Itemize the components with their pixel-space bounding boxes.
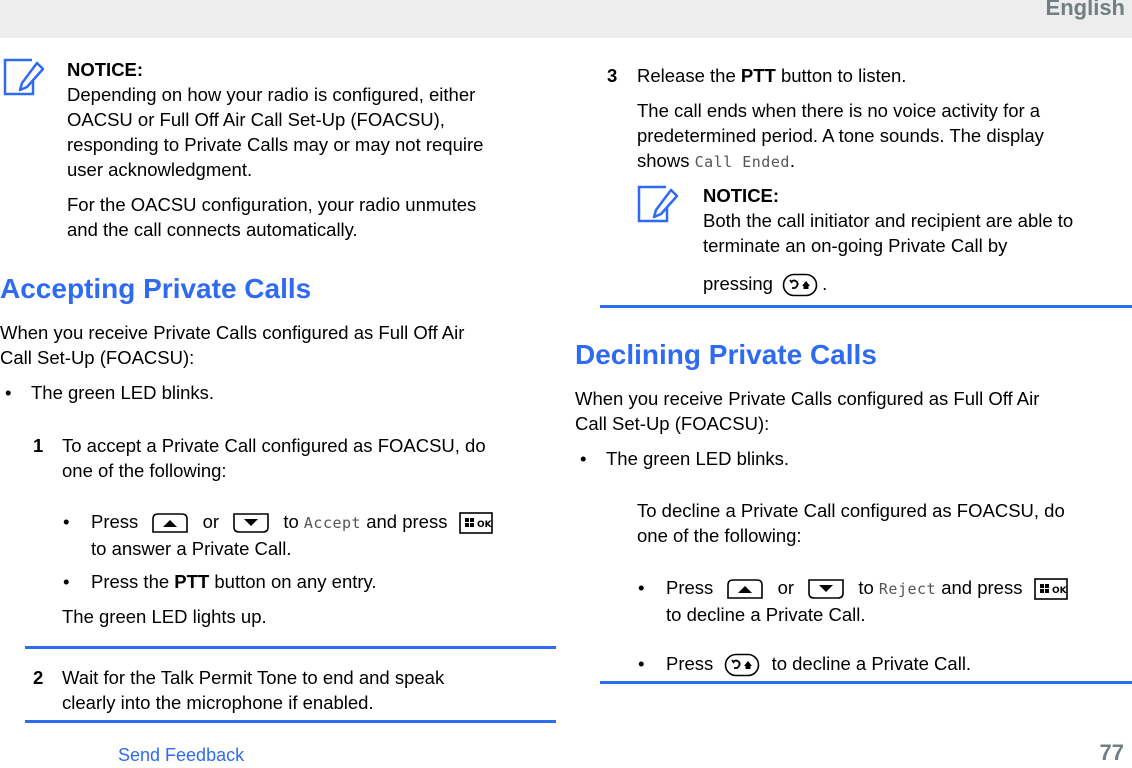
sub-step-text: or (777, 577, 795, 598)
menu-ok-key-icon: OK (458, 512, 493, 534)
back-home-key-icon (782, 273, 818, 297)
sub-step-text: and press (366, 511, 448, 532)
divider (600, 305, 1132, 308)
bullet-dot: • (580, 448, 587, 469)
step-text-line: To decline a Private Call configured as … (637, 500, 1065, 521)
sub-step: Press or to Reject and press OK to decli… (666, 575, 1076, 627)
sub-step-text: Press (666, 577, 714, 598)
send-feedback-link[interactable]: Send Feedback (118, 743, 244, 768)
navigation-down-key-icon (807, 578, 845, 600)
step-text: To decline a Private Call configured as … (637, 498, 1065, 548)
display-text: Reject (878, 580, 937, 598)
intro-text: Call Set-Up (FOACSU): (575, 413, 770, 434)
step-number: 2 (33, 667, 44, 688)
intro-paragraph: When you receive Private Calls configure… (575, 386, 1039, 436)
notice-text: Both the call initiator and recipient ar… (703, 210, 1074, 231)
section-heading-declining: Declining Private Calls (575, 339, 877, 370)
step-text-line: Release the (637, 65, 736, 86)
step-text-line: Wait for the Talk Permit Tone to end and… (62, 667, 445, 688)
sub-step-text: or (202, 511, 220, 532)
notice-text: pressing (703, 273, 773, 294)
divider (600, 681, 1132, 684)
svg-text:OK: OK (1052, 586, 1068, 596)
notice-text: responding to Private Calls may or may n… (67, 134, 484, 155)
sub-step-text: to (858, 577, 874, 598)
step-text-line: clearly into the microphone if enabled. (62, 692, 374, 713)
bullet-text: The green LED blinks. (606, 448, 790, 469)
sub-step-text: Press (666, 653, 714, 674)
notice-box: NOTICE: Both the call initiator and reci… (703, 183, 1073, 297)
notice-title: NOTICE: (67, 59, 144, 80)
notice-pencil-icon (637, 185, 679, 223)
sub-step-text: to (283, 511, 299, 532)
bullet-dot: • (638, 577, 645, 598)
section-heading-accepting: Accepting Private Calls (0, 273, 312, 304)
ptt-label: PTT (740, 65, 776, 86)
step-result: The green LED lights up. (62, 606, 267, 627)
sub-step: Press or to Accept and press OK to answe… (91, 509, 501, 561)
menu-ok-key-icon: OK (1033, 578, 1068, 600)
step-text: Release the PTT button to listen. The ca… (637, 63, 1044, 175)
sub-step-text: button on any entry. (214, 571, 377, 592)
notice-text: terminate an on-going Private Call by (703, 235, 1008, 256)
notice-box: NOTICE: Depending on how your radio is c… (67, 57, 483, 242)
intro-text: Call Set-Up (FOACSU): (0, 347, 195, 368)
sub-step: Press the PTT button on any entry. (91, 569, 377, 594)
bullet-dot: • (63, 511, 70, 532)
notice-text: For the OACSU configuration, your radio … (67, 194, 477, 215)
language-label: English (1045, 0, 1125, 20)
ptt-label: PTT (174, 571, 210, 592)
intro-text: When you receive Private Calls configure… (575, 388, 1040, 409)
sub-step-text: to decline a Private Call. (666, 604, 866, 625)
navigation-up-key-icon (151, 512, 189, 534)
step-text-line: one of the following: (637, 525, 802, 546)
step-text: Wait for the Talk Permit Tone to end and… (62, 665, 444, 715)
notice-text: OACSU or Full Off Air Call Set-Up (FOACS… (67, 109, 445, 130)
notice-text: and the call connects automatically. (67, 219, 358, 240)
svg-text:OK: OK (477, 520, 493, 530)
sub-step-text: to answer a Private Call. (91, 538, 292, 559)
display-text: Accept (303, 514, 362, 532)
notice-text: user acknowledgment. (67, 159, 253, 180)
step-text-line: To accept a Private Call configured as F… (62, 435, 486, 456)
bullet-text: The green LED blinks. (31, 382, 215, 403)
divider (25, 646, 556, 649)
notice-title: NOTICE: (703, 185, 780, 206)
page-header: English (0, 0, 1132, 38)
sub-step-text: Press the (91, 571, 170, 592)
back-home-key-icon (724, 653, 760, 677)
page-number: 77 (1099, 740, 1124, 765)
divider (25, 720, 556, 723)
display-text: Call Ended (694, 153, 790, 171)
step-number: 3 (607, 65, 618, 86)
sub-step-text: to decline a Private Call. (771, 653, 972, 674)
step-text-line: button to listen. (780, 65, 907, 86)
bullet-dot: • (5, 382, 12, 403)
sub-step-text: and press (941, 577, 1023, 598)
notice-text: Depending on how your radio is configure… (67, 84, 476, 105)
step-text-line: shows (637, 150, 690, 171)
sub-step: Press to decline a Private Call. (666, 651, 971, 677)
intro-text: When you receive Private Calls configure… (0, 322, 465, 343)
bullet-dot: • (638, 653, 645, 674)
punctuation: . (789, 150, 796, 171)
step-number: 1 (33, 435, 44, 456)
punctuation: . (822, 273, 828, 294)
step-text: To accept a Private Call configured as F… (62, 433, 486, 483)
intro-paragraph: When you receive Private Calls configure… (0, 320, 464, 370)
step-text-line: one of the following: (62, 460, 227, 481)
navigation-down-key-icon (232, 512, 270, 534)
step-text-line: The call ends when there is no voice act… (637, 100, 1041, 121)
bullet-dot: • (63, 571, 70, 592)
step-text-line: predetermined period. A tone sounds. The… (637, 125, 1044, 146)
notice-pencil-icon (3, 58, 45, 96)
sub-step-text: Press (91, 511, 139, 532)
navigation-up-key-icon (726, 578, 764, 600)
